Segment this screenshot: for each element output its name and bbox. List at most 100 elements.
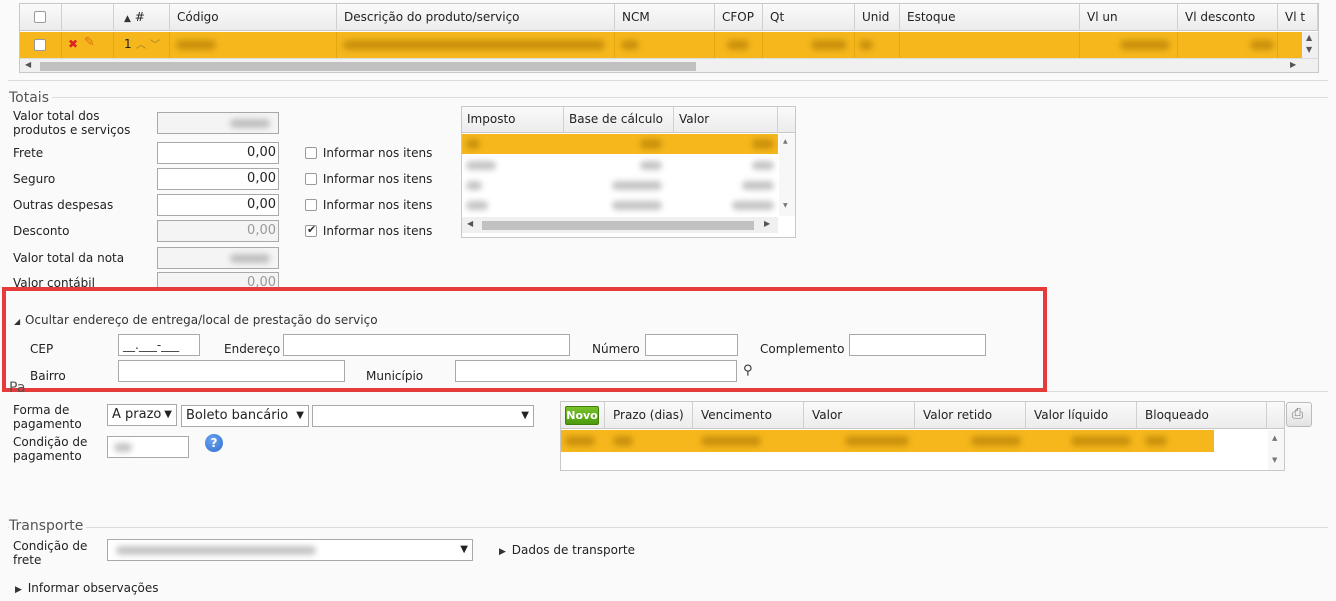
table-row[interactable] (561, 430, 1214, 452)
row-checkbox[interactable] (34, 39, 46, 51)
scroll-down-icon[interactable]: ▼ (1306, 45, 1312, 54)
frete-input[interactable]: 0,00 (157, 142, 279, 164)
col-header-valor-retido[interactable]: Valor retido (915, 402, 1026, 429)
row-checkbox-cell[interactable] (20, 32, 62, 58)
table-row[interactable] (462, 134, 778, 154)
table-row[interactable] (462, 175, 778, 195)
print-button[interactable]: ⎙ (1286, 402, 1312, 427)
row-qt-cell (763, 32, 855, 58)
row-codigo-cell (170, 32, 337, 58)
cep-label: CEP (30, 342, 54, 356)
row-index-cell: 1 ︿ ﹀ (114, 32, 170, 58)
row-vl-un-cell (1080, 32, 1178, 58)
col-header-valor[interactable]: Valor (674, 107, 778, 133)
expand-triangle-icon: ▶ (499, 547, 506, 557)
numero-input[interactable] (645, 334, 738, 356)
complemento-input[interactable] (849, 334, 986, 356)
forma-pagamento-label: Forma de pagamento (13, 403, 82, 431)
sort-asc-icon: ▲ (124, 14, 131, 24)
desconto-informar-checkbox[interactable]: ✔ (305, 223, 317, 237)
search-icon[interactable]: ⚲ (743, 363, 753, 378)
col-header-descricao[interactable]: Descrição do produto/serviço (337, 4, 615, 31)
tax-grid-horizontal-scrollbar[interactable]: ◀ ▶ (462, 217, 778, 233)
select-all-checkbox-cell[interactable] (20, 4, 62, 31)
conta-select[interactable]: ▼ (312, 405, 534, 427)
col-header-prazo[interactable]: Prazo (dias) (605, 402, 693, 429)
novo-button[interactable]: Novo (565, 406, 599, 425)
seguro-informar-checkbox[interactable] (305, 173, 317, 185)
col-header-codigo[interactable]: Código (170, 4, 337, 31)
tax-grid-header: Imposto Base de cálculo Valor (462, 107, 795, 133)
bairro-input[interactable] (118, 360, 345, 382)
col-header-vl-desconto[interactable]: Vl desconto (1178, 4, 1278, 31)
condicao-frete-select[interactable]: ▼ (107, 539, 473, 561)
table-row[interactable] (462, 195, 778, 215)
forma-pagamento-select[interactable]: A prazo ▼ (107, 404, 177, 426)
chevron-down-icon: ▼ (521, 410, 529, 421)
items-vertical-scrollbar[interactable]: ▲ ▼ (1302, 32, 1318, 58)
move-down-icon[interactable]: ﹀ (150, 36, 160, 51)
dados-transporte-toggle[interactable]: ▶ Dados de transporte (499, 543, 635, 557)
scroll-left-icon[interactable]: ◀ (25, 60, 31, 69)
endereco-input[interactable] (283, 334, 570, 356)
col-header-valor-liquido[interactable]: Valor líquido (1026, 402, 1137, 429)
outras-despesas-input[interactable]: 0,00 (157, 194, 279, 216)
scroll-right-icon[interactable]: ▶ (764, 219, 770, 228)
col-header-base-calculo[interactable]: Base de cálculo (564, 107, 674, 133)
scroll-down-icon[interactable]: ▼ (1272, 456, 1277, 464)
tipo-pagamento-select[interactable]: Boleto bancário ▼ (181, 405, 309, 427)
frete-informar-checkbox[interactable] (305, 147, 317, 159)
desconto-label: Desconto (13, 224, 70, 238)
frete-informar-itens[interactable]: Informar nos itens (305, 146, 432, 160)
condicao-pagamento-input[interactable] (107, 436, 189, 458)
outras-informar-itens[interactable]: Informar nos itens (305, 198, 432, 212)
col-header-vl-un[interactable]: Vl un (1080, 4, 1178, 31)
col-header-qt[interactable]: Qt (763, 4, 855, 31)
col-header-unid[interactable]: Unid (855, 4, 900, 31)
items-grid: ▲ # Código Descrição do produto/serviço … (19, 3, 1319, 73)
scroll-up-icon[interactable]: ▲ (783, 138, 788, 145)
scroll-down-icon[interactable]: ▼ (783, 202, 788, 209)
valor-total-nota-label: Valor total da nota (13, 251, 125, 265)
desconto-informar-itens[interactable]: ✔ Informar nos itens (305, 223, 432, 238)
move-up-icon[interactable]: ︿ (136, 36, 146, 51)
table-row[interactable]: ✖ ✎ 1 ︿ ﹀ (20, 32, 1304, 58)
edit-pencil-icon[interactable]: ✎ (84, 35, 95, 50)
informar-observacoes-toggle[interactable]: ▶ Informar observações (15, 581, 159, 595)
row-unid-cell (855, 32, 900, 58)
municipio-input[interactable] (455, 360, 737, 382)
table-row[interactable] (462, 155, 778, 175)
delete-icon[interactable]: ✖ (68, 37, 78, 51)
col-header-vencimento[interactable]: Vencimento (693, 402, 804, 429)
row-ncm-cell (615, 32, 715, 58)
ocultar-endereco-toggle[interactable]: ◢ Ocultar endereço de entrega/local de p… (14, 313, 378, 327)
help-icon[interactable]: ? (205, 434, 223, 452)
condicao-pagamento-label: Condição de pagamento (13, 435, 88, 463)
col-header-cfop[interactable]: CFOP (715, 4, 763, 31)
col-header-ncm[interactable]: NCM (615, 4, 715, 31)
col-header-bloqueado[interactable]: Bloqueado (1137, 402, 1267, 429)
tax-grid-vertical-scrollbar[interactable]: ▲ ▼ (779, 134, 795, 216)
scroll-thumb[interactable] (482, 221, 754, 230)
scroll-thumb[interactable] (40, 62, 696, 71)
seguro-informar-itens[interactable]: Informar nos itens (305, 172, 432, 186)
items-horizontal-scrollbar[interactable]: ◀ ▶ (20, 58, 1318, 72)
scroll-left-icon[interactable]: ◀ (467, 219, 473, 228)
col-header-vl-total[interactable]: Vl t (1278, 4, 1318, 31)
select-all-checkbox[interactable] (34, 11, 46, 23)
scroll-up-icon[interactable]: ▲ (1272, 434, 1277, 442)
scroll-up-icon[interactable]: ▲ (1306, 33, 1312, 42)
seguro-input[interactable]: 0,00 (157, 168, 279, 190)
col-header-valor[interactable]: Valor (804, 402, 915, 429)
col-header-estoque[interactable]: Estoque (900, 4, 1080, 31)
chevron-down-icon: ▼ (164, 409, 172, 420)
outras-informar-checkbox[interactable] (305, 199, 317, 211)
parcelas-vertical-scrollbar[interactable]: ▲ ▼ (1268, 430, 1284, 470)
pagamento-section-title-fragment: Pa (9, 380, 26, 396)
valor-total-field (157, 112, 279, 134)
cep-input[interactable]: __.___-___ (118, 334, 200, 356)
col-header-index[interactable]: ▲ # (114, 4, 170, 31)
col-header-imposto[interactable]: Imposto (462, 107, 564, 133)
scroll-right-icon[interactable]: ▶ (1290, 60, 1296, 69)
seguro-label: Seguro (13, 172, 56, 186)
